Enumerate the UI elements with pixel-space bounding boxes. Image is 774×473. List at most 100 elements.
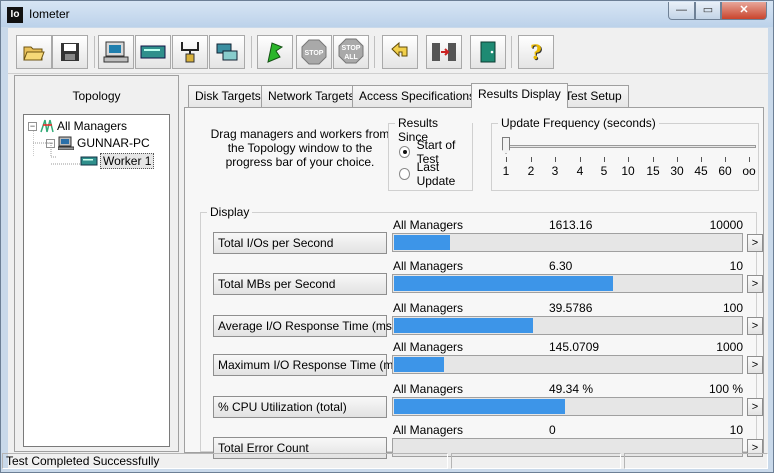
metric-select-button[interactable]: Average I/O Response Time (ms) [213,315,396,337]
open-button[interactable] [16,35,52,69]
drag-instructions: Drag managers and workers from the Topol… [210,127,390,169]
title-bar[interactable]: Io Iometer — ▭ ✕ [1,1,773,27]
metric-select-button[interactable]: % CPU Utilization (total) [213,396,387,418]
metric-target: All Managers [393,259,464,273]
metric-target: All Managers [393,340,464,354]
stop-all-label-2: ALL [344,54,358,61]
frequency-tick-label: 5 [600,164,608,178]
frequency-tick-label: 30 [670,164,684,178]
metric-target: All Managers [393,382,464,396]
tab-access-specifications[interactable]: Access Specifications [352,85,483,107]
stop-icon: STOP [301,39,327,65]
frequency-tick-label: 10 [621,164,635,178]
frequency-tick-label: 2 [527,164,535,178]
start-flag-icon [267,42,284,63]
tab-results-display[interactable]: Results Display [471,83,568,108]
radio-last-update[interactable]: Last Update [399,160,472,188]
metric-progress-fill [394,357,444,372]
metric-target: All Managers [393,218,464,232]
new-disk-worker-icon [103,41,129,63]
frequency-tick-label: oo [742,164,756,178]
metric-max: 10 [729,259,743,273]
metric-target: All Managers [393,301,464,315]
exit-button[interactable] [426,35,462,69]
stop-all-label-1: STOP [342,45,361,52]
stop-button[interactable]: STOP [296,35,332,69]
metric-progress-fill [394,235,450,250]
tab-control: Disk Targets Network Targets Access Spec… [184,83,764,459]
tab-test-setup[interactable]: Test Setup [558,85,629,107]
metric-detail-button[interactable]: > [747,398,763,416]
new-network-worker-button[interactable] [135,35,171,69]
close-button[interactable]: ✕ [721,2,767,20]
tab-disk-targets[interactable]: Disk Targets [188,85,268,107]
disconnect-button[interactable] [209,35,245,69]
window-title: Iometer [29,7,70,21]
status-pane-3 [624,453,768,469]
metric-value: 49.34 % [549,382,594,396]
radio-label: Last Update [416,160,456,188]
start-tests-button[interactable] [257,35,293,69]
metric-progress-bar[interactable] [392,397,743,416]
frequency-tick-label: 15 [646,164,660,178]
metric-value: 39.5786 [549,301,593,315]
tree-label: Worker 1 [100,153,155,169]
open-folder-icon [23,46,45,61]
iometer-logo-icon: Io [7,7,23,23]
app-window: Io Iometer — ▭ ✕ STOP STOP ALL ? Topolog… [0,0,774,473]
metric-progress-bar[interactable] [392,233,743,252]
metric-progress-bar[interactable] [392,274,743,293]
metric-progress-fill [394,318,533,333]
frequency-tick-label: 1 [502,164,510,178]
frequency-slider-track[interactable] [504,145,756,148]
metric-detail-button[interactable]: > [747,356,763,374]
metric-max: 1000 [716,340,743,354]
metric-select-button[interactable]: Maximum I/O Response Time (ms) [213,354,403,376]
metric-detail-button[interactable]: > [747,275,763,293]
frequency-tick-label: 3 [551,164,559,178]
help-button[interactable]: ? [518,35,554,69]
metric-value: 0 [549,423,556,437]
metric-value: 6.30 [549,259,573,273]
topology-tree[interactable]: − All Managers − GUNNAR-PC Worker 1 [23,114,170,447]
metric-max: 10000 [709,218,743,232]
frequency-ticks [492,157,758,162]
minimize-button[interactable]: — [668,2,695,20]
new-disk-worker-button[interactable] [98,35,134,69]
metric-select-button[interactable]: Total MBs per Second [213,273,387,295]
topology-panel: Topology − All Managers − GUNNAR-PC Work… [14,75,179,452]
display-label: Display [207,205,253,219]
stop-label: STOP [305,50,324,57]
metric-progress-bar[interactable] [392,316,743,335]
door-icon [480,41,496,63]
new-network-worker-icon [140,45,166,59]
radio-icon[interactable] [399,168,410,180]
update-frequency-group: Update Frequency (seconds) 1 2 3 4 5 10 [491,116,759,191]
stop-all-icon: STOP ALL [338,38,364,64]
frequency-tick-label: 45 [694,164,708,178]
metric-detail-button[interactable]: > [747,234,763,252]
metric-max: 100 % [708,382,743,396]
reset-workers-button[interactable] [382,35,418,69]
stop-all-button[interactable]: STOP ALL [333,35,369,69]
metric-header: All Managers 145.0709 1000 [393,340,743,354]
status-bar: Test Completed Successfully [2,451,768,469]
metric-progress-bar[interactable] [392,355,743,374]
metric-target: All Managers [393,423,464,437]
maximize-button[interactable]: ▭ [695,2,721,20]
exit-door-button[interactable] [470,35,506,69]
tab-network-targets[interactable]: Network Targets [261,85,362,107]
save-button[interactable] [52,35,88,69]
frequency-slider-thumb[interactable] [502,137,510,154]
metric-select-button[interactable]: Total I/Os per Second [213,232,387,254]
toolbar: STOP STOP ALL ? [8,28,768,74]
metric-detail-button[interactable]: > [747,317,763,335]
metric-progress-fill [394,276,613,291]
exit-icon [432,43,456,61]
duplicate-worker-button[interactable] [172,35,208,69]
radio-icon[interactable] [399,146,410,158]
metric-header: All Managers 39.5786 100 [393,301,743,315]
metric-progress-fill [394,399,565,414]
metric-value: 1613.16 [549,218,593,232]
frequency-tick-label: 4 [576,164,584,178]
